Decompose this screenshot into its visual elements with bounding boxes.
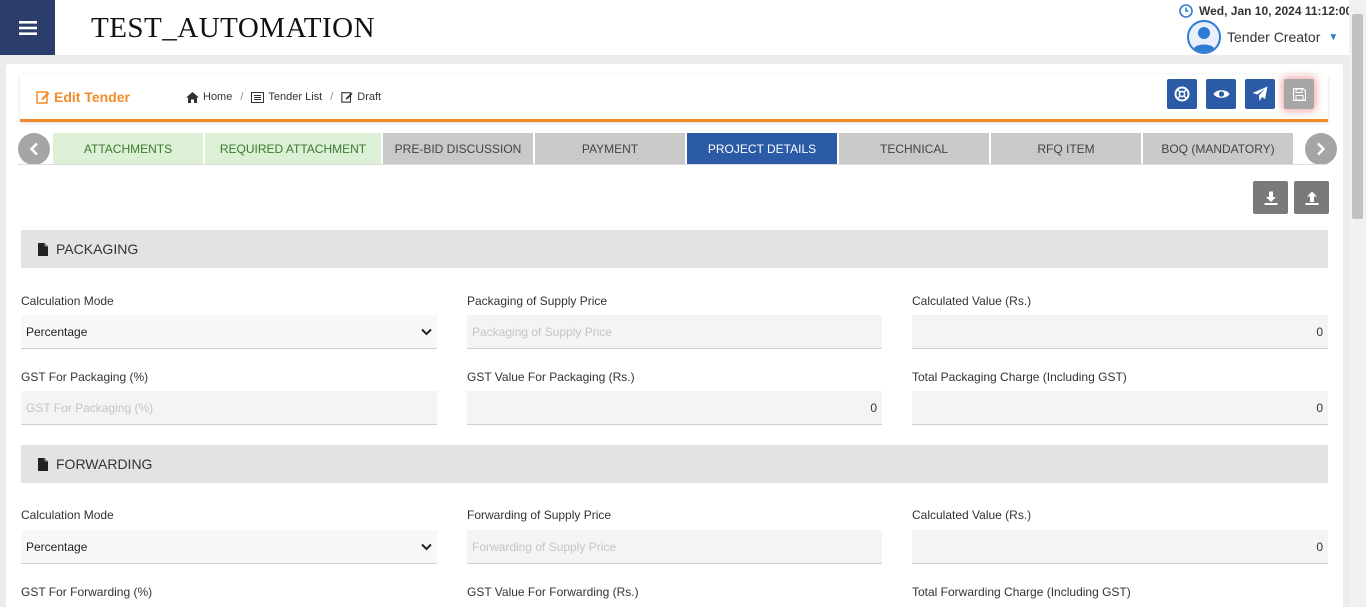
forwarding-section-header: FORWARDING xyxy=(21,445,1328,483)
total-packaging-label: Total Packaging Charge (Including GST) xyxy=(912,370,1127,384)
clock-icon xyxy=(1179,4,1193,18)
preview-button[interactable] xyxy=(1206,79,1236,109)
scrollbar-thumb[interactable] xyxy=(1352,14,1363,219)
breadcrumb-separator: / xyxy=(330,91,334,103)
page-title-text: Edit Tender xyxy=(54,89,130,105)
gst-forwarding-label: GST For Forwarding (%) xyxy=(21,585,153,599)
import-export-buttons xyxy=(1253,181,1329,214)
edit-icon xyxy=(341,92,353,103)
send-icon xyxy=(1252,86,1268,101)
gst-value-forwarding-label: GST Value For Forwarding (Rs.) xyxy=(467,585,639,599)
breadcrumb-draft[interactable]: Draft xyxy=(341,91,381,103)
avatar xyxy=(1187,20,1221,54)
file-icon xyxy=(38,242,48,256)
packaging-calculated-value-field: 0 xyxy=(912,315,1328,349)
user-name: Tender Creator xyxy=(1227,29,1321,45)
datetime-display: Wed, Jan 10, 2024 11:12:00 xyxy=(1179,4,1352,18)
breadcrumb: Home / Tender List / Draft xyxy=(186,91,381,103)
gst-packaging-label: GST For Packaging (%) xyxy=(21,370,149,384)
submit-button[interactable] xyxy=(1245,79,1275,109)
select-value: Percentage xyxy=(26,539,88,554)
breadcrumb-label: Draft xyxy=(357,91,382,103)
gst-packaging-input[interactable]: GST For Packaging (%) xyxy=(21,391,437,425)
breadcrumb-separator: / xyxy=(240,91,244,103)
help-button[interactable] xyxy=(1167,79,1197,109)
hamburger-icon xyxy=(18,20,37,35)
tab-payment[interactable]: PAYMENT xyxy=(535,133,685,164)
calculation-mode-label: Calculation Mode xyxy=(21,294,114,308)
packaging-supply-price-input[interactable]: Packaging of Supply Price xyxy=(467,315,882,349)
caret-down-icon: ▼ xyxy=(1328,31,1339,43)
top-bar: TEST_AUTOMATION Wed, Jan 10, 2024 11:12:… xyxy=(0,0,1366,55)
tabs: ATTACHMENTS REQUIRED ATTACHMENT PRE-BID … xyxy=(53,133,1293,164)
tab-project-details[interactable]: PROJECT DETAILS xyxy=(687,133,837,164)
breadcrumb-label: Home xyxy=(203,91,233,103)
tab-attachments[interactable]: ATTACHMENTS xyxy=(53,133,203,164)
upload-icon xyxy=(1305,191,1318,205)
tab-scroll-left-button[interactable] xyxy=(18,133,50,165)
calculation-mode-label: Calculation Mode xyxy=(21,508,114,522)
packaging-supply-price-label: Packaging of Supply Price xyxy=(467,294,608,308)
help-icon xyxy=(1174,86,1190,102)
download-icon xyxy=(1264,191,1277,205)
tab-rfq-item[interactable]: RFQ ITEM xyxy=(991,133,1141,164)
page-title: Edit Tender xyxy=(36,89,130,105)
forwarding-calculation-mode-select[interactable]: Percentage xyxy=(21,530,437,564)
datetime-text: Wed, Jan 10, 2024 11:12:00 xyxy=(1199,4,1353,18)
breadcrumb-home[interactable]: Home xyxy=(186,91,232,103)
user-icon xyxy=(1192,27,1216,52)
tab-technical[interactable]: TECHNICAL xyxy=(839,133,989,164)
view-icon xyxy=(1213,90,1229,98)
home-icon xyxy=(186,91,199,103)
menu-button[interactable] xyxy=(0,0,55,55)
page-header: Edit Tender Home / Tender List / Draft xyxy=(20,74,1328,122)
forwarding-calculated-value-label: Calculated Value (Rs.) xyxy=(912,508,1032,522)
gst-value-packaging-field: 0 xyxy=(467,391,882,425)
forwarding-calculated-value-field: 0 xyxy=(912,530,1328,564)
gst-value-packaging-label: GST Value For Packaging (Rs.) xyxy=(467,370,635,384)
chevron-right-icon xyxy=(1317,142,1326,156)
packaging-calculation-mode-select[interactable]: Percentage xyxy=(21,315,437,349)
tab-boq-mandatory[interactable]: BOQ (MANDATORY) xyxy=(1143,133,1293,164)
list-icon xyxy=(251,91,265,103)
download-button[interactable] xyxy=(1253,181,1288,214)
section-title: PACKAGING xyxy=(56,241,139,257)
user-menu[interactable]: Tender Creator ▼ xyxy=(1187,20,1338,54)
select-value: Percentage xyxy=(26,324,88,339)
packaging-section-header: PACKAGING xyxy=(21,230,1328,268)
upload-button[interactable] xyxy=(1294,181,1329,214)
file-icon xyxy=(38,457,48,471)
save-button[interactable] xyxy=(1284,79,1314,109)
edit-icon xyxy=(36,91,50,104)
breadcrumb-label: Tender List xyxy=(268,91,323,103)
chevron-down-icon xyxy=(421,328,432,335)
chevron-down-icon xyxy=(421,543,432,550)
total-forwarding-label: Total Forwarding Charge (Including GST) xyxy=(912,585,1131,599)
forwarding-supply-price-label: Forwarding of Supply Price xyxy=(467,508,612,522)
tab-bar: ATTACHMENTS REQUIRED ATTACHMENT PRE-BID … xyxy=(18,132,1338,165)
save-icon xyxy=(1292,87,1306,101)
total-packaging-field: 0 xyxy=(912,391,1328,425)
section-title: FORWARDING xyxy=(56,456,153,472)
app-title: TEST_AUTOMATION xyxy=(91,12,376,44)
tab-pre-bid-discussion[interactable]: PRE-BID DISCUSSION xyxy=(383,133,533,164)
breadcrumb-tender-list[interactable]: Tender List xyxy=(251,91,322,103)
tab-scroll-right-button[interactable] xyxy=(1305,133,1337,165)
action-buttons xyxy=(1167,79,1314,109)
page-scrollbar[interactable] xyxy=(1349,0,1366,607)
tabs-divider xyxy=(18,164,1328,165)
chevron-left-icon xyxy=(29,142,38,156)
tab-required-attachment[interactable]: REQUIRED ATTACHMENT xyxy=(205,133,381,164)
packaging-calculated-value-label: Calculated Value (Rs.) xyxy=(912,294,1032,308)
forwarding-supply-price-input[interactable]: Forwarding of Supply Price xyxy=(467,530,882,564)
